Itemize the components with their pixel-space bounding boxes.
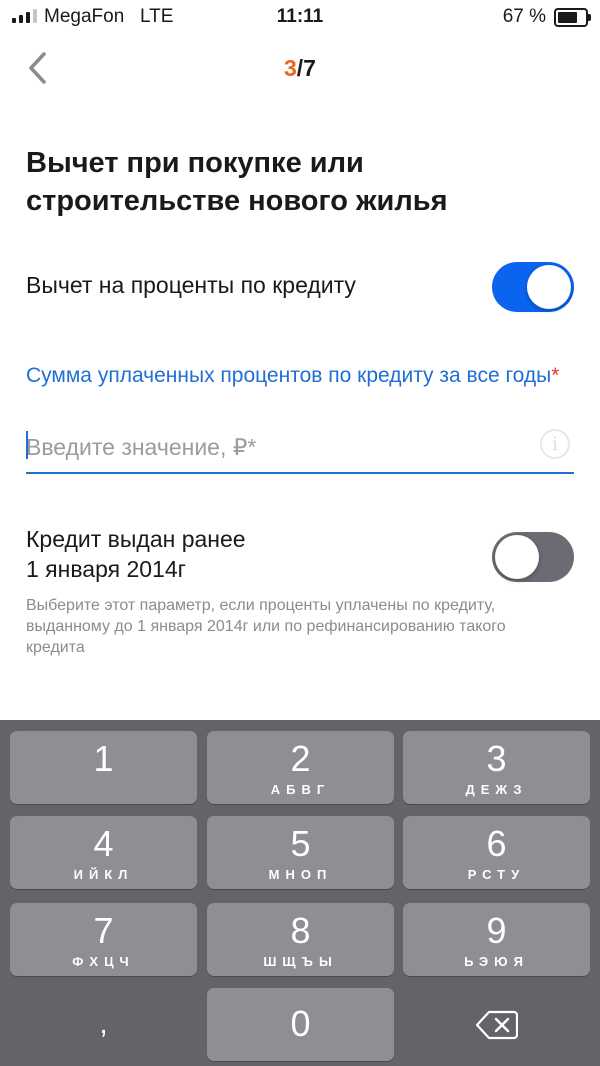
interest-deduction-label: Вычет на проценты по кредиту xyxy=(26,272,356,298)
key-3[interactable]: 3 ДЕЖЗ xyxy=(403,731,590,804)
key-5[interactable]: 5 МНОП xyxy=(207,816,394,889)
text-cursor xyxy=(26,431,28,459)
required-mark: * xyxy=(551,364,560,387)
step-indicator: 3/7 xyxy=(0,55,600,82)
key-7[interactable]: 7 ФХЦЧ xyxy=(10,903,197,976)
interest-deduction-toggle[interactable] xyxy=(492,262,574,312)
page-title: Вычет при покупке или строительстве ново… xyxy=(26,147,448,217)
key-0[interactable]: 0 xyxy=(207,988,394,1061)
battery-icon xyxy=(554,8,591,27)
interest-amount-label: Сумма уплаченных процентов по кредиту за… xyxy=(26,364,560,387)
step-total: /7 xyxy=(296,55,316,81)
info-icon[interactable]: i xyxy=(540,429,570,459)
key-6[interactable]: 6 РСТУ xyxy=(403,816,590,889)
battery-percent: 67 % xyxy=(502,6,546,27)
key-1[interactable]: 1 xyxy=(10,731,197,804)
key-2[interactable]: 2 АБВГ xyxy=(207,731,394,804)
old-credit-label: Кредит выдан ранее 1 января 2014г xyxy=(26,526,246,582)
key-comma[interactable]: , xyxy=(10,988,197,1061)
key-4[interactable]: 4 ИЙКЛ xyxy=(10,816,197,889)
old-credit-hint: Выберите этот параметр, если проценты уп… xyxy=(26,597,506,656)
old-credit-toggle[interactable] xyxy=(492,532,574,582)
status-bar: MegaFon LTE 11:11 67 % xyxy=(0,0,600,34)
numeric-keyboard: 1 2 АБВГ 3 ДЕЖЗ 4 ИЙКЛ 5 МНОП 6 РСТУ 7 ФХЦЧ 8Ш… xyxy=(0,720,600,1066)
delete-key[interactable] xyxy=(403,988,590,1061)
step-current: 3 xyxy=(284,55,297,81)
backspace-icon xyxy=(475,1010,518,1040)
key-9[interactable]: 9 ЬЭЮЯ xyxy=(403,903,590,976)
interest-amount-input[interactable] xyxy=(26,422,574,474)
key-8[interactable]: 8 ШЩЪЫ xyxy=(207,903,394,976)
